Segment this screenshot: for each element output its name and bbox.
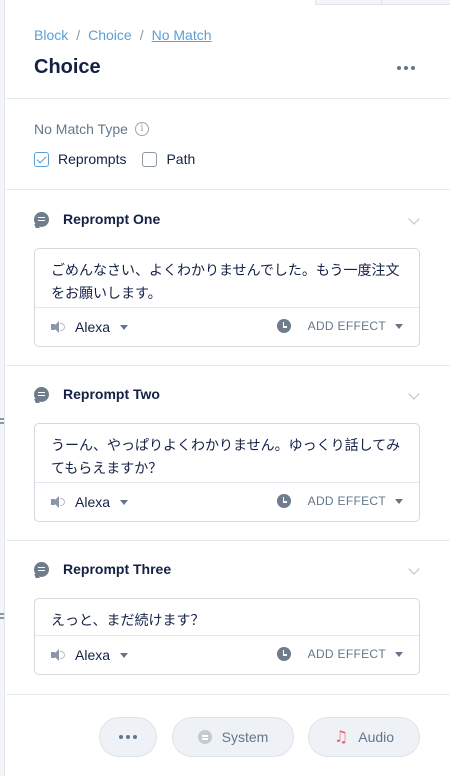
speaker-icon xyxy=(51,649,65,661)
reprompt-title: Reprompt Two xyxy=(63,386,160,402)
speaker-icon xyxy=(51,321,65,333)
caret-down-icon xyxy=(120,499,129,505)
breadcrumb-no-match[interactable]: No Match xyxy=(152,27,212,43)
music-note-icon: ♫ xyxy=(333,727,349,746)
reprompt-toolbar: Alexa ADD EFFECT xyxy=(35,635,419,674)
clock-icon xyxy=(276,494,291,508)
system-chat-icon xyxy=(197,730,212,744)
reprompt-title: Reprompt One xyxy=(63,211,161,227)
reprompt-header[interactable]: Reprompt Two xyxy=(34,386,160,402)
divider xyxy=(6,189,450,190)
add-effect-button[interactable]: ADD EFFECT xyxy=(276,319,403,333)
divider xyxy=(6,365,450,366)
path-label: Path xyxy=(166,151,196,167)
add-effect-label: ADD EFFECT xyxy=(307,319,386,333)
reprompt-card: えっと、まだ続けます？ Alexa ADD EFFECT xyxy=(34,598,420,675)
editor-panel: Block / Choice / No Match Choice No Matc… xyxy=(6,0,450,776)
reprompt-section-three: Reprompt Three えっと、まだ続けます？ Alexa ADD EFF… xyxy=(6,561,450,681)
reprompt-card: ごめんなさい、よくわかりませんでした。もう一度注文をお願いします。 Alexa … xyxy=(34,248,420,347)
speaker-icon xyxy=(51,496,65,508)
add-effect-label: ADD EFFECT xyxy=(307,494,386,508)
divider xyxy=(6,98,450,99)
reprompt-text-input[interactable]: ごめんなさい、よくわかりませんでした。もう一度注文をお願いします。 xyxy=(35,249,419,305)
drag-handle-icon[interactable] xyxy=(0,610,5,622)
reprompt-section-one: Reprompt One ごめんなさい、よくわかりませんでした。もう一度注文をお… xyxy=(6,211,450,351)
voice-label: Alexa xyxy=(75,494,111,510)
no-match-type-text: No Match Type xyxy=(34,121,128,137)
breadcrumb-block[interactable]: Block xyxy=(34,27,68,43)
clock-icon xyxy=(276,647,291,661)
reprompt-header[interactable]: Reprompt One xyxy=(34,211,160,227)
info-icon[interactable]: i xyxy=(134,122,149,136)
more-icon xyxy=(119,735,137,739)
chat-bubble-icon xyxy=(34,561,49,577)
more-icon xyxy=(397,66,401,70)
breadcrumb-choice[interactable]: Choice xyxy=(88,27,132,43)
add-effect-button[interactable]: ADD EFFECT xyxy=(276,494,403,508)
caret-down-icon xyxy=(120,652,129,658)
reprompt-header[interactable]: Reprompt Three xyxy=(34,561,171,577)
caret-down-icon xyxy=(395,651,403,657)
reprompt-section-two: Reprompt Two うーん、やっぱりよくわかりません。ゆっくり話してみても… xyxy=(6,386,450,526)
no-match-type-options: Reprompts Path xyxy=(34,151,195,167)
clock-icon xyxy=(276,319,291,333)
voice-select[interactable]: Alexa xyxy=(51,494,129,510)
canvas-edge xyxy=(0,0,5,776)
audio-button[interactable]: ♫ Audio xyxy=(308,717,420,757)
chat-bubble-icon xyxy=(34,386,49,402)
voice-label: Alexa xyxy=(75,319,111,335)
reprompt-toolbar: Alexa ADD EFFECT xyxy=(35,482,419,521)
breadcrumb-separator: / xyxy=(139,27,144,43)
chevron-down-icon[interactable] xyxy=(408,213,420,225)
chat-bubble-icon xyxy=(34,211,49,227)
reprompt-text-input[interactable]: うーん、やっぱりよくわかりません。ゆっくり話してみてもらえますか？ xyxy=(35,424,419,480)
caret-down-icon xyxy=(395,498,403,504)
system-label: System xyxy=(221,729,269,745)
voice-select[interactable]: Alexa xyxy=(51,647,129,663)
add-effect-button[interactable]: ADD EFFECT xyxy=(276,647,403,661)
breadcrumb-separator: / xyxy=(76,27,81,43)
path-checkbox[interactable]: Path xyxy=(142,151,195,167)
checkbox-unchecked-icon[interactable] xyxy=(142,151,158,167)
reprompts-label: Reprompts xyxy=(58,151,127,167)
add-effect-label: ADD EFFECT xyxy=(307,647,386,661)
page-title: Choice xyxy=(34,56,101,78)
reprompt-text-input[interactable]: えっと、まだ続けます？ xyxy=(35,599,419,632)
reprompt-title: Reprompt Three xyxy=(63,561,172,577)
breadcrumb: Block / Choice / No Match xyxy=(34,27,212,43)
system-button[interactable]: System xyxy=(172,717,294,757)
caret-down-icon xyxy=(120,324,129,330)
voice-label: Alexa xyxy=(75,647,111,663)
divider xyxy=(6,694,450,695)
divider xyxy=(6,540,450,541)
more-steps-button[interactable] xyxy=(99,717,157,757)
checkbox-checked-icon[interactable] xyxy=(34,151,49,167)
drag-handle-icon[interactable] xyxy=(0,415,5,427)
chevron-down-icon[interactable] xyxy=(408,563,420,575)
no-match-type-label: No Match Type i xyxy=(34,121,149,137)
chevron-down-icon[interactable] xyxy=(408,388,420,400)
reprompt-toolbar: Alexa ADD EFFECT xyxy=(35,307,419,346)
more-options-button[interactable] xyxy=(394,60,418,76)
caret-down-icon xyxy=(395,323,403,329)
reprompt-card: うーん、やっぱりよくわかりません。ゆっくり話してみてもらえますか？ Alexa … xyxy=(34,423,420,522)
reprompts-checkbox[interactable]: Reprompts xyxy=(34,151,126,167)
voice-select[interactable]: Alexa xyxy=(51,319,129,335)
audio-label: Audio xyxy=(358,729,395,745)
